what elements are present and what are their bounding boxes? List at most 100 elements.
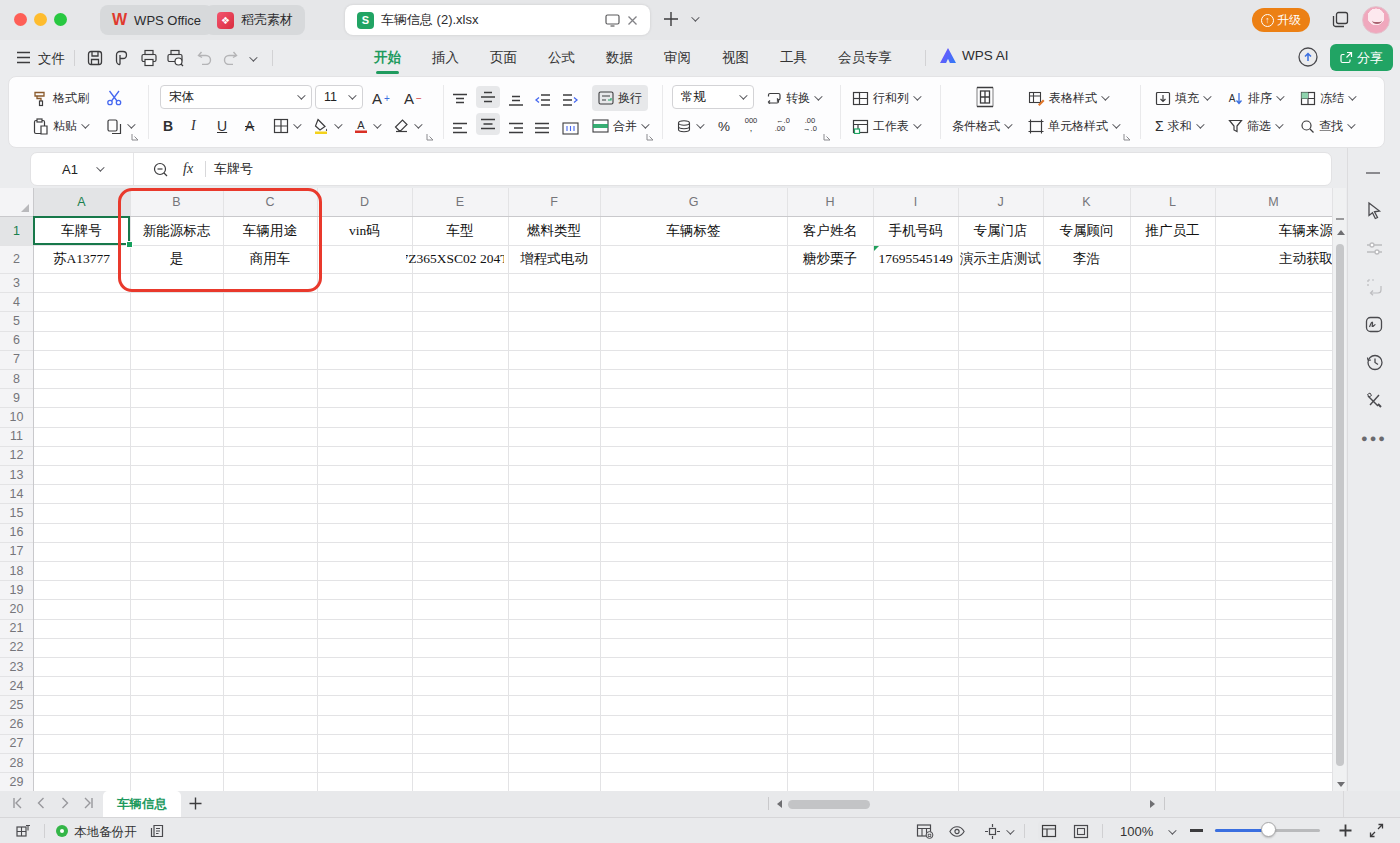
tab-wps-office[interactable]: W WPS Office — [100, 5, 213, 35]
vertical-scrollbar[interactable] — [1332, 188, 1346, 791]
find-button[interactable]: 查找 — [1300, 114, 1353, 138]
cell-M1[interactable]: 车辆来源 — [1215, 216, 1332, 245]
clipboard-expander-icon[interactable] — [130, 132, 140, 142]
zoom-out-button[interactable] — [1190, 829, 1203, 832]
row-header-16[interactable]: 16 — [0, 523, 33, 542]
fx-icon[interactable]: fx — [183, 161, 193, 177]
row-header-24[interactable]: 24 — [0, 676, 33, 695]
scroll-down-icon[interactable] — [1337, 782, 1345, 787]
last-sheet-icon[interactable] — [82, 796, 98, 812]
sheet-tab-active[interactable]: 车辆信息 — [103, 791, 181, 817]
ribbon-tab-home[interactable]: 开始 — [374, 49, 401, 67]
column-header-G[interactable]: G — [600, 188, 787, 216]
avatar[interactable] — [1362, 6, 1390, 34]
row-header-1[interactable]: 1 — [0, 216, 33, 245]
row-header-22[interactable]: 22 — [0, 638, 33, 657]
wrap-text-button[interactable]: 换行 — [592, 85, 648, 111]
column-header-K[interactable]: K — [1043, 188, 1130, 216]
save-icon[interactable] — [86, 49, 104, 67]
borders-button[interactable] — [273, 114, 299, 138]
column-header-I[interactable]: I — [873, 188, 958, 216]
cell-I2[interactable]: 17695545149 — [873, 245, 958, 273]
zoom-chevron-icon[interactable] — [1168, 826, 1176, 834]
freeze-button[interactable]: 冻结 — [1300, 86, 1354, 110]
eye-protect-icon[interactable] — [948, 822, 966, 840]
column-header-L[interactable]: L — [1130, 188, 1215, 216]
row-header-5[interactable]: 5 — [0, 311, 33, 330]
cell-A2[interactable]: 苏A13777 — [33, 245, 130, 273]
tab-document-active[interactable]: S 车辆信息 (2).xlsx — [345, 5, 650, 35]
cell-style-button[interactable]: 单元格样式 — [1028, 114, 1118, 138]
normal-view-button[interactable] — [1038, 821, 1060, 841]
scroll-left-icon[interactable] — [777, 800, 782, 808]
minimize-window-button[interactable] — [34, 13, 47, 26]
ribbon-tab-data[interactable]: 数据 — [606, 49, 633, 67]
increase-indent-button[interactable] — [562, 88, 579, 112]
cell-K1[interactable]: 专属顾问 — [1043, 216, 1130, 245]
rows-columns-button[interactable]: 行和列 — [852, 86, 919, 110]
zoom-in-button[interactable] — [1338, 823, 1353, 838]
increase-font-button[interactable]: A+ — [372, 86, 390, 110]
print-preview-icon[interactable] — [166, 49, 184, 67]
tools-icon[interactable] — [1362, 388, 1386, 412]
justify-button[interactable] — [534, 116, 550, 140]
center-view-icon[interactable] — [983, 822, 1001, 840]
window-switcher-icon[interactable] — [1332, 11, 1349, 28]
quick-access-chevron-icon[interactable] — [249, 53, 257, 61]
tab-list-chevron-icon[interactable] — [691, 13, 699, 21]
copy-button[interactable] — [106, 114, 133, 138]
row-header-13[interactable]: 13 — [0, 465, 33, 484]
formula-bar-value[interactable]: 车牌号 — [214, 160, 253, 178]
align-top-button[interactable] — [452, 88, 468, 112]
tab-wps-ai[interactable]: WPS AI — [940, 48, 1009, 63]
ribbon-tab-page[interactable]: 页面 — [490, 49, 517, 67]
redo-icon[interactable] — [222, 49, 240, 67]
percent-button[interactable]: % — [718, 114, 730, 138]
distributed-button[interactable] — [562, 116, 579, 140]
row-header-7[interactable]: 7 — [0, 350, 33, 369]
comma-style-button[interactable]: 000, — [742, 112, 760, 136]
zoom-level-value[interactable]: 100% — [1120, 824, 1153, 839]
zoom-formula-icon[interactable] — [152, 161, 169, 178]
cell-F1[interactable]: 燃料类型 — [508, 216, 600, 245]
cell-L1[interactable]: 推广员工 — [1130, 216, 1215, 245]
ribbon-tab-member[interactable]: 会员专享 — [838, 49, 892, 67]
row-header-27[interactable]: 27 — [0, 734, 33, 753]
merge-cells-button[interactable]: 合并 — [592, 114, 647, 138]
tab-daoke[interactable]: ❖ 稻壳素材 — [205, 5, 305, 35]
row-header-8[interactable]: 8 — [0, 369, 33, 388]
ribbon-tab-view[interactable]: 视图 — [722, 49, 749, 67]
page-layout-view-button[interactable] — [1072, 822, 1090, 840]
row-header-14[interactable]: 14 — [0, 484, 33, 503]
more-tools-icon[interactable]: ●●● — [1362, 426, 1386, 450]
row-header-11[interactable]: 11 — [0, 427, 33, 446]
column-header-H[interactable]: H — [787, 188, 873, 216]
cell-H2[interactable]: 糖炒栗子 — [787, 245, 873, 273]
cut-button[interactable] — [106, 86, 124, 110]
sort-button[interactable]: A 排序 — [1228, 86, 1282, 110]
collapse-ribbon-button[interactable] — [1366, 172, 1380, 174]
present-icon[interactable] — [605, 14, 620, 27]
ribbon-tab-formula[interactable]: 公式 — [548, 49, 575, 67]
column-header-F[interactable]: F — [508, 188, 600, 216]
row-header-17[interactable]: 17 — [0, 542, 33, 561]
select-all-corner[interactable] — [0, 188, 33, 216]
row-header-4[interactable]: 4 — [0, 292, 33, 311]
undo-icon[interactable] — [196, 49, 214, 67]
split-handle[interactable] — [1336, 218, 1344, 220]
select-tool-icon[interactable] — [1362, 198, 1386, 222]
cell-D1[interactable]: vin码 — [317, 216, 412, 245]
export-pdf-icon[interactable] — [114, 49, 132, 67]
column-header-E[interactable]: E — [412, 188, 508, 216]
center-view-chevron-icon[interactable] — [1006, 826, 1014, 834]
row-header-15[interactable]: 15 — [0, 503, 33, 522]
cell-H1[interactable]: 客户姓名 — [787, 216, 873, 245]
format-painter-button[interactable]: 格式刷 — [32, 86, 89, 110]
fill-color-button[interactable] — [313, 114, 340, 138]
italic-button[interactable]: I — [191, 114, 196, 138]
decrease-indent-button[interactable] — [534, 88, 551, 112]
paste-button[interactable]: 粘贴 — [32, 114, 87, 138]
backup-status-label[interactable]: 本地备份开 — [74, 824, 137, 841]
ribbon-tab-review[interactable]: 审阅 — [664, 49, 691, 67]
convert-button[interactable]: 转换 — [765, 86, 820, 110]
